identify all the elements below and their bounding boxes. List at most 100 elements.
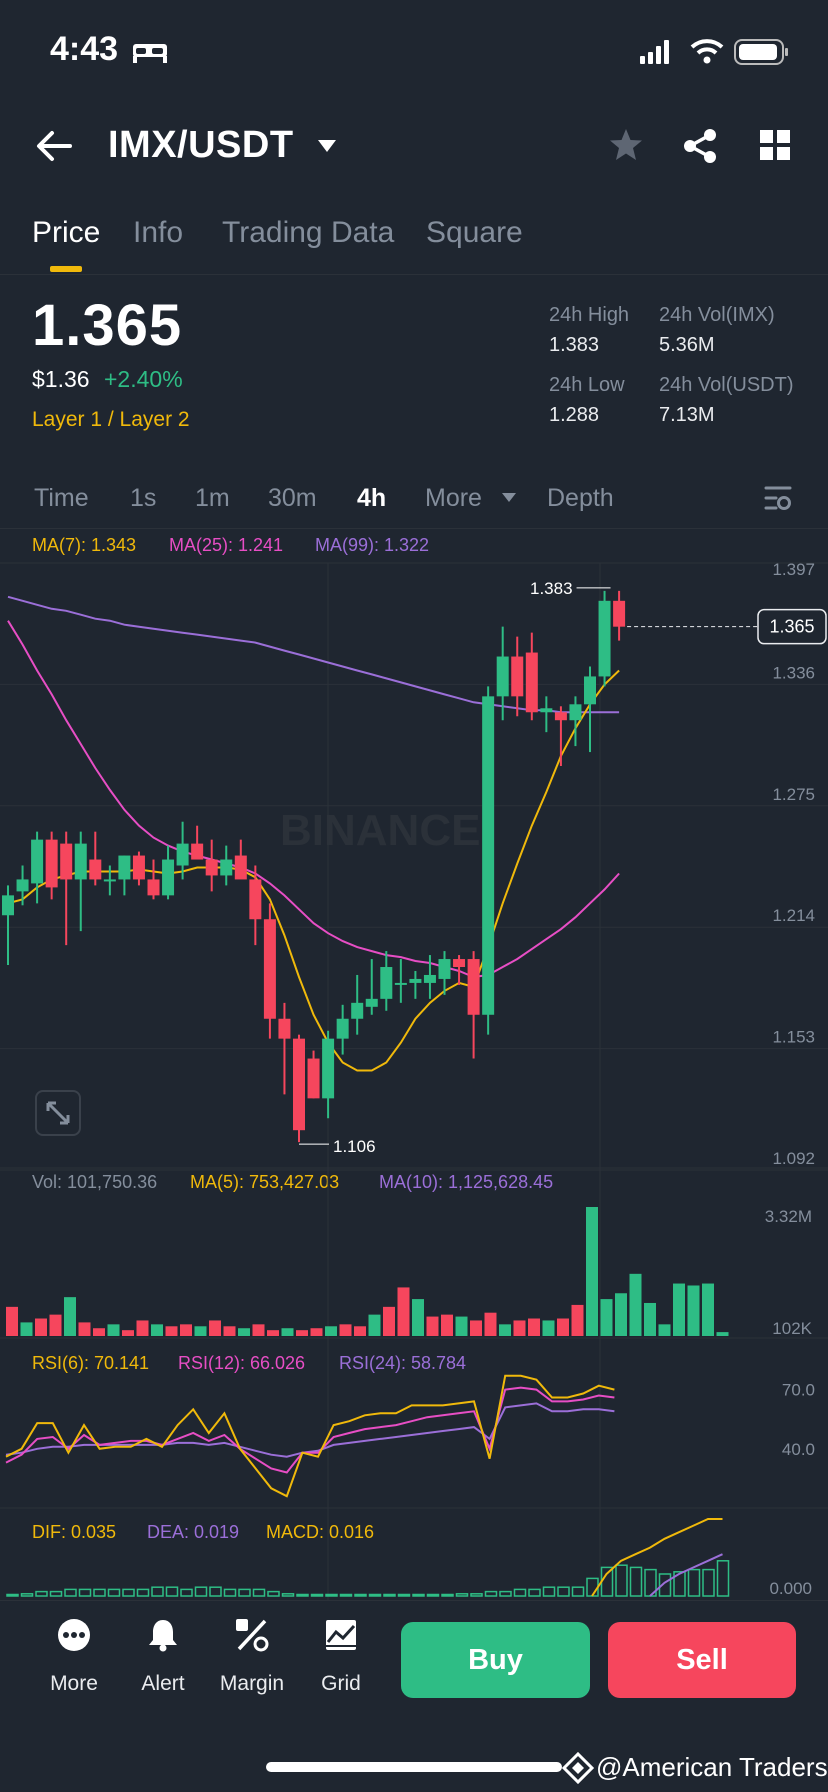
macd-histogram-bar [470,1593,483,1597]
candle [2,895,14,916]
more-dots-icon[interactable] [29,1618,119,1657]
tf-time[interactable]: Time [34,484,89,513]
macd-histogram-bar [310,1593,324,1597]
candle [380,967,393,999]
last-price: 1.365 [32,293,183,358]
macd-histogram-bar [528,1588,541,1597]
volume-bar [397,1287,410,1336]
candle [351,1002,364,1019]
price-axis-tick: 1.397 [772,560,815,579]
volume-bar [339,1324,352,1336]
volume-bar [586,1206,598,1336]
candle [554,712,567,721]
candle [525,652,538,713]
volume-bar [223,1326,236,1336]
volume-bar [412,1299,424,1336]
macd-histogram-bar [412,1593,425,1597]
nav-margin-label[interactable]: Margin [207,1672,297,1696]
volume-bar [310,1328,323,1336]
macd-histogram-bar [180,1588,193,1597]
candle [31,839,44,884]
grid-chart-icon[interactable] [296,1618,386,1657]
volume-bar [136,1320,149,1336]
volume-bar [122,1330,134,1336]
more-caret-icon[interactable] [501,492,517,503]
back-arrow-icon[interactable] [36,130,72,162]
status-time: 4:43 [50,30,119,68]
candle [147,879,160,896]
chart-settings-icon[interactable] [764,484,792,512]
tf-1m[interactable]: 1m [195,484,230,513]
tf-more[interactable]: More [425,484,482,513]
kline-chart[interactable]: BINANCE 1.397 1.336 1.275 1.214 1.153 1.092 1.… [0,530,828,1600]
tf-30m[interactable]: 30m [268,484,317,513]
volume-bar [180,1324,192,1336]
volume-bar [49,1314,62,1336]
macd-histogram-bar [455,1593,469,1597]
nav-grid-label[interactable]: Grid [296,1672,386,1696]
tf-4h[interactable]: 4h [357,484,386,513]
candle [496,656,509,697]
high-marker-label: 1.383 [530,579,573,598]
candle [278,1018,291,1039]
volume-bar [513,1320,526,1336]
grid-layout-icon[interactable] [760,130,790,160]
tabs-divider [0,274,828,275]
pair-title[interactable]: IMX/USDT [108,124,294,167]
category-tags[interactable]: Layer 1 / Layer 2 [32,408,190,432]
price-axis-tick: 1.153 [772,1028,815,1047]
macd-histogram-bar [716,1560,730,1597]
percent-icon[interactable] [207,1618,297,1657]
tab-square[interactable]: Square [426,216,523,250]
volume-bar [64,1297,76,1336]
tab-info[interactable]: Info [133,216,183,250]
nav-more-label[interactable]: More [29,1672,119,1696]
macd-histogram-bar [296,1593,309,1597]
candle [394,982,407,985]
candle [584,676,596,705]
caret-down-icon[interactable] [317,139,337,153]
candle [205,859,218,876]
volume-bar [499,1324,511,1336]
wifi-icon [690,39,724,64]
buy-button[interactable]: Buy [401,1622,590,1698]
vol-quote-label: 24h Vol(USDT) [659,374,794,396]
macd-histogram-bar [252,1588,266,1597]
macd-histogram-bar [586,1577,599,1597]
tab-trading-data[interactable]: Trading Data [222,216,394,250]
star-icon[interactable] [608,128,644,162]
candle [511,656,524,697]
volume-bar [383,1306,395,1336]
volume-bar [35,1318,47,1336]
tab-price[interactable]: Price [32,216,100,250]
macd-histogram-bar [383,1593,396,1597]
candle [453,959,466,968]
share-icon[interactable] [682,128,718,164]
current-price-label: 1.365 [769,617,814,637]
candle [307,1058,320,1099]
price-axis-tick: 1.336 [772,663,815,682]
candle [482,696,495,1015]
chart-watermark: BINANCE [280,806,480,855]
tf-depth[interactable]: Depth [547,484,614,513]
tf-1s[interactable]: 1s [130,484,156,513]
volume-bar [354,1326,366,1336]
volume-bar [194,1326,207,1336]
candle [569,704,582,721]
fullscreen-button[interactable] [35,1090,81,1136]
bell-icon[interactable] [118,1618,208,1657]
battery-icon [734,39,788,65]
macd-histogram-bar [151,1586,164,1597]
volume-bar [20,1322,33,1336]
nav-alert-label[interactable]: Alert [118,1672,208,1696]
candle [365,998,378,1007]
volume-bar [615,1293,627,1336]
macd-histogram-bar [165,1586,179,1597]
candle [60,843,73,880]
sell-button[interactable]: Sell [608,1622,796,1698]
volume-axis-tick: 3.32M [765,1207,812,1226]
low-label: 24h Low [549,374,625,396]
candle [45,839,58,888]
volume-bar [557,1318,569,1336]
rsi-axis-tick: 40.0 [782,1440,815,1459]
